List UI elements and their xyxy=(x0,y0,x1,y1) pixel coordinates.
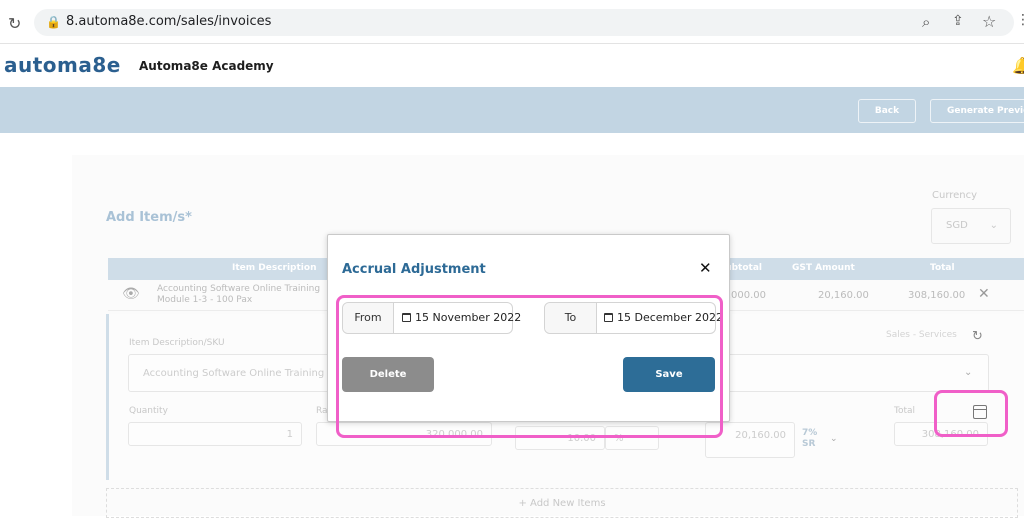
quantity-input[interactable]: 1 xyxy=(128,422,302,446)
item-description-label: Item Description/SKU xyxy=(129,338,225,348)
gst-code-select[interactable]: 7% SR xyxy=(802,428,817,450)
row-total: 308,160.00 xyxy=(908,290,966,301)
zoom-icon[interactable]: ⌕ xyxy=(922,13,930,31)
row-description-line1: Accounting Software Online Training xyxy=(157,284,321,294)
quantity-label: Quantity xyxy=(129,406,168,416)
close-icon[interactable]: ✕ xyxy=(699,259,712,277)
reload-icon[interactable]: ↻ xyxy=(8,14,21,33)
total-label: Total xyxy=(894,406,916,416)
chevron-down-icon[interactable]: ⌄ xyxy=(964,367,972,378)
bell-icon[interactable]: 🔔 xyxy=(1012,56,1024,75)
sales-services-label: Sales - Services xyxy=(886,330,957,340)
add-new-items-button[interactable]: + Add New Items xyxy=(106,488,1018,518)
generate-preview-button[interactable]: Generate Preview xyxy=(930,99,1024,123)
browser-menu-icon[interactable]: ⋮ xyxy=(1016,12,1024,28)
column-total: Total xyxy=(930,263,955,273)
column-item-description: Item Description xyxy=(232,263,317,273)
refresh-icon[interactable]: ↻ xyxy=(972,329,983,344)
star-icon[interactable]: ☆ xyxy=(982,12,996,31)
remove-row-icon[interactable]: ✕ xyxy=(978,286,990,302)
chevron-down-icon[interactable]: ⌄ xyxy=(830,434,838,444)
chevron-down-icon: ⌄ xyxy=(989,220,998,231)
column-gst-amount: GST Amount xyxy=(792,263,855,273)
gst-rate: 7% xyxy=(802,428,818,438)
highlight-box-modal xyxy=(336,295,723,438)
modal-title: Accrual Adjustment xyxy=(342,262,486,277)
row-description-line2: Module 1-3 - 100 Pax xyxy=(157,295,253,305)
eye-icon[interactable]: 👁 xyxy=(122,286,140,302)
row-item-description: Accounting Software Online Training Modu… xyxy=(157,284,327,306)
url-text[interactable]: 8.automa8e.com/sales/invoices xyxy=(66,14,271,29)
lock-icon: 🔒 xyxy=(46,15,61,29)
currency-value: SGD xyxy=(946,220,968,231)
currency-select[interactable]: SGD ⌄ xyxy=(931,208,1011,244)
automa8e-logo[interactable]: automa8e xyxy=(4,53,121,77)
company-name: Automa8e Academy xyxy=(139,59,274,73)
add-items-heading: Add Item/s* xyxy=(106,210,192,225)
highlight-box-calendar xyxy=(934,390,1008,437)
currency-label: Currency xyxy=(932,190,978,201)
share-icon[interactable]: ⇪ xyxy=(952,13,964,29)
row-gst-amount: 20,160.00 xyxy=(818,290,869,301)
gst-type: SR xyxy=(802,439,816,449)
back-button[interactable]: Back xyxy=(858,99,916,123)
